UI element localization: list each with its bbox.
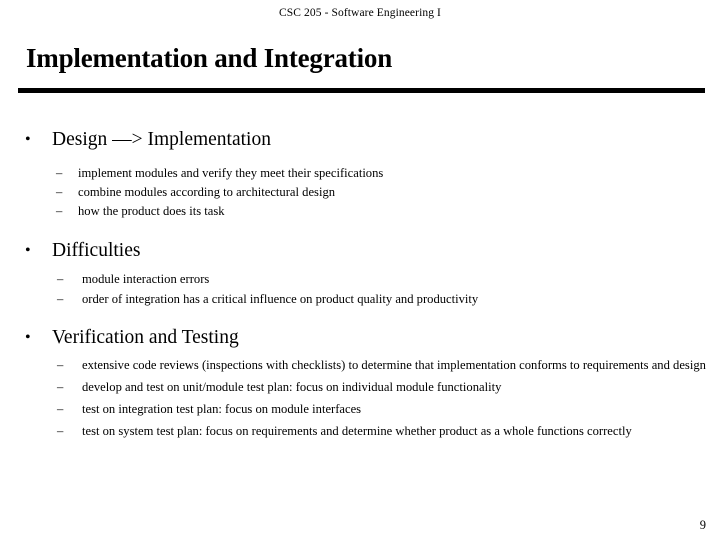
list-item-label: combine modules according to architectur… bbox=[78, 185, 336, 199]
list-item-label: implement modules and verify they meet t… bbox=[78, 166, 384, 180]
page-title: Implementation and Integration bbox=[26, 43, 393, 73]
slide-body: • Design —> Implementation – implement m… bbox=[0, 126, 720, 439]
bullet-dot-icon: • bbox=[25, 329, 31, 346]
bullet-dash-icon: – bbox=[57, 292, 64, 306]
bullet-dash-icon: – bbox=[56, 204, 63, 218]
list-item: – develop and test on unit/module test p… bbox=[0, 379, 720, 395]
list-item: – how the product does its task bbox=[0, 203, 720, 219]
section-heading: • Design —> Implementation bbox=[0, 126, 720, 153]
list-item-label: test on system test plan: focus on requi… bbox=[82, 424, 632, 438]
list-item-label: order of integration has a critical infl… bbox=[82, 292, 479, 306]
list-item-label: test on integration test plan: focus on … bbox=[82, 402, 362, 416]
section-heading-label: Difficulties bbox=[52, 240, 141, 261]
list-item-label: develop and test on unit/module test pla… bbox=[82, 380, 502, 394]
list-item: – test on system test plan: focus on req… bbox=[0, 423, 675, 439]
list-item: – order of integration has a critical in… bbox=[0, 291, 555, 307]
course-header: CSC 205 - Software Engineering I bbox=[279, 7, 441, 19]
bullet-dash-icon: – bbox=[56, 185, 63, 199]
bullet-dash-icon: – bbox=[57, 402, 64, 416]
list-item: – extensive code reviews (inspections wi… bbox=[0, 357, 716, 373]
bullet-dot-icon: • bbox=[25, 131, 31, 148]
list-item-label: module interaction errors bbox=[82, 272, 210, 286]
bullet-dash-icon: – bbox=[56, 166, 63, 180]
bullet-dash-icon: – bbox=[57, 358, 64, 372]
section-verification-testing: • Verification and Testing – extensive c… bbox=[0, 324, 720, 439]
list-item-label: how the product does its task bbox=[78, 204, 225, 218]
title-divider bbox=[18, 88, 705, 93]
list-item: – combine modules according to architect… bbox=[0, 184, 720, 200]
bullet-dash-icon: – bbox=[57, 380, 64, 394]
bullet-dash-icon: – bbox=[57, 272, 64, 286]
section-heading: • Difficulties bbox=[0, 237, 720, 264]
bullet-dot-icon: • bbox=[25, 242, 31, 259]
section-heading-label: Verification and Testing bbox=[52, 327, 239, 348]
page-number: 9 bbox=[699, 518, 706, 532]
section-design-implementation: • Design —> Implementation – implement m… bbox=[0, 126, 720, 219]
list-item: – test on integration test plan: focus o… bbox=[0, 401, 720, 417]
list-item: – module interaction errors bbox=[0, 271, 720, 287]
section-difficulties: • Difficulties – module interaction erro… bbox=[0, 237, 720, 307]
slide: CSC 205 - Software Engineering I Impleme… bbox=[0, 0, 720, 540]
section-heading-label: Design —> Implementation bbox=[52, 129, 271, 150]
list-item-label: extensive code reviews (inspections with… bbox=[82, 358, 706, 372]
bullet-dash-icon: – bbox=[57, 424, 64, 438]
list-item: – implement modules and verify they meet… bbox=[0, 165, 720, 181]
section-heading: • Verification and Testing bbox=[0, 324, 720, 351]
